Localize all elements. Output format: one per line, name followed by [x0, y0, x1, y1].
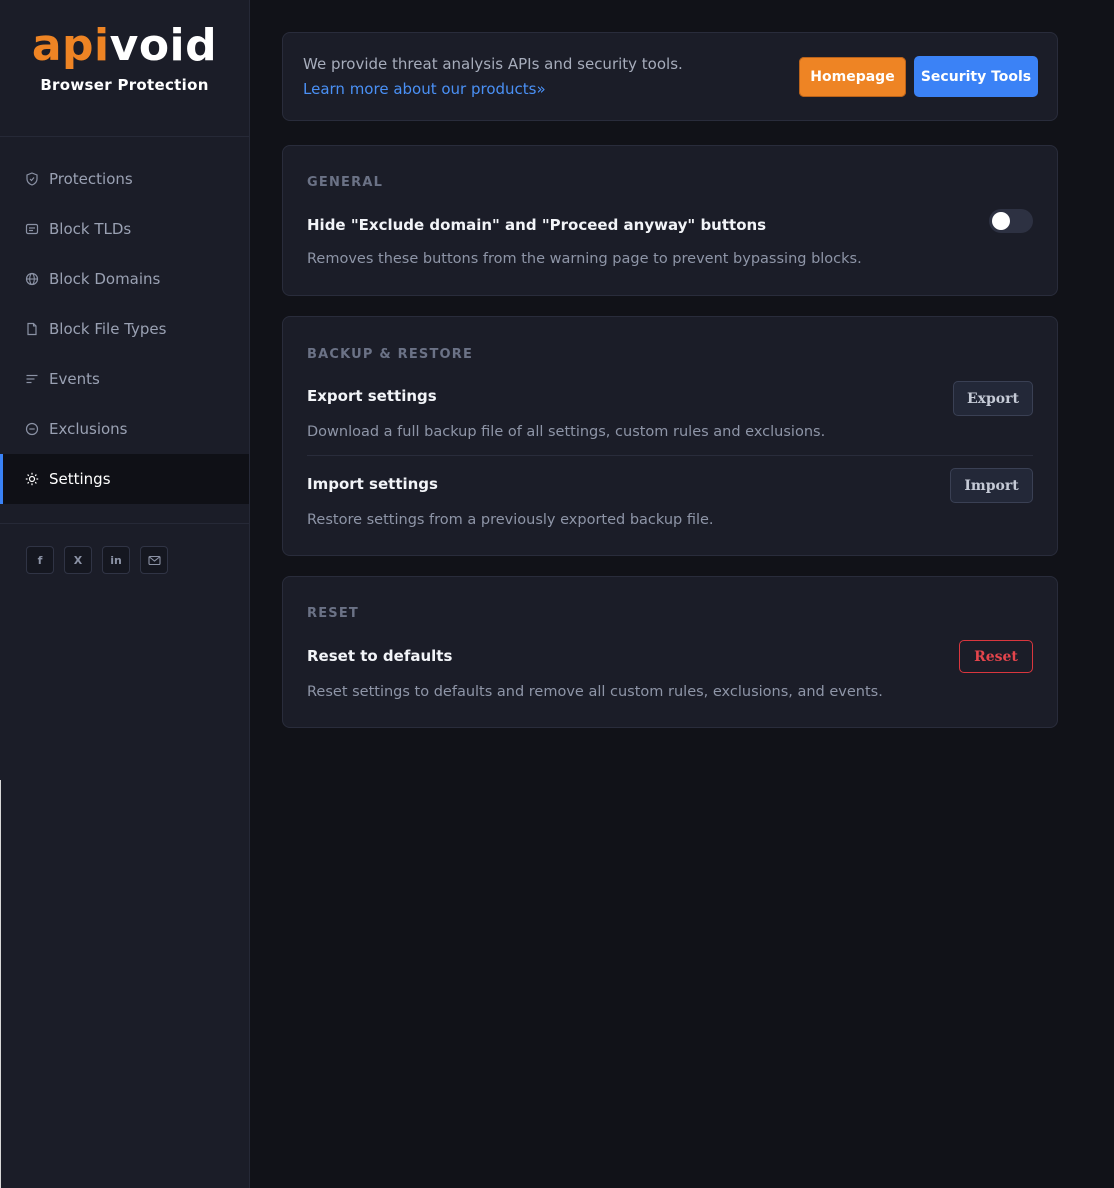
- gear-icon: [25, 472, 39, 486]
- export-settings-desc: Download a full backup file of all setti…: [307, 424, 826, 440]
- linkedin-glyph: in: [110, 553, 122, 567]
- reset-button[interactable]: Reset: [959, 640, 1033, 673]
- learn-more-link[interactable]: Learn more about our products»: [303, 80, 546, 98]
- sidebar-item-exclusions[interactable]: Exclusions: [0, 404, 249, 454]
- reset-defaults-desc: Reset settings to defaults and remove al…: [307, 684, 883, 700]
- section-title: BACKUP & RESTORE: [307, 347, 474, 362]
- brand-header: apivoid Browser Protection: [0, 0, 249, 137]
- apivoid-logo[interactable]: apivoid: [0, 20, 249, 72]
- file-icon: [25, 322, 39, 336]
- brand-subtitle: Browser Protection: [40, 76, 209, 94]
- toggle-knob: [992, 212, 1010, 230]
- hide-buttons-toggle[interactable]: [989, 209, 1033, 233]
- backup-restore-section: BACKUP & RESTORE Export settings Downloa…: [282, 316, 1058, 556]
- sidebar: apivoid Browser Protection Protections B…: [0, 0, 250, 1188]
- main-content: We provide threat analysis APIs and secu…: [282, 32, 1058, 728]
- section-title: GENERAL: [307, 175, 384, 190]
- import-settings-desc: Restore settings from a previously expor…: [307, 512, 714, 528]
- sidebar-nav: Protections Block TLDs Block Domains Blo…: [0, 137, 249, 504]
- linkedin-icon[interactable]: in: [102, 546, 130, 574]
- sidebar-item-protections[interactable]: Protections: [0, 154, 249, 204]
- globe-icon: [25, 272, 39, 286]
- section-title: RESET: [307, 606, 360, 621]
- import-settings-title: Import settings: [307, 475, 438, 493]
- sidebar-item-label: Events: [49, 370, 100, 388]
- reset-defaults-title: Reset to defaults: [307, 647, 453, 665]
- social-links: f X in: [0, 524, 249, 574]
- security-tools-button[interactable]: Security Tools: [914, 56, 1038, 97]
- sidebar-item-label: Protections: [49, 170, 133, 188]
- homepage-button[interactable]: Homepage: [799, 57, 906, 97]
- sidebar-item-events[interactable]: Events: [0, 354, 249, 404]
- sidebar-item-settings[interactable]: Settings: [0, 454, 249, 504]
- row-divider: [307, 455, 1033, 456]
- window-edge: [0, 780, 1, 1188]
- export-button[interactable]: Export: [953, 381, 1033, 416]
- shield-icon: [25, 172, 39, 186]
- x-glyph: X: [73, 553, 83, 567]
- hide-buttons-setting-desc: Removes these buttons from the warning p…: [307, 251, 862, 267]
- list-icon: [25, 372, 39, 386]
- sidebar-item-block-domains[interactable]: Block Domains: [0, 254, 249, 304]
- minus-circle-icon: [25, 422, 39, 436]
- import-button[interactable]: Import: [950, 468, 1033, 503]
- sidebar-item-label: Exclusions: [49, 420, 128, 438]
- export-settings-title: Export settings: [307, 387, 437, 405]
- logo-api-text: api: [31, 20, 110, 71]
- general-section: GENERAL Hide "Exclude domain" and "Proce…: [282, 145, 1058, 296]
- sidebar-item-block-tlds[interactable]: Block TLDs: [0, 204, 249, 254]
- x-icon[interactable]: X: [64, 546, 92, 574]
- logo-void-text: void: [109, 20, 218, 71]
- mail-icon[interactable]: [140, 546, 168, 574]
- info-banner: We provide threat analysis APIs and secu…: [282, 32, 1058, 121]
- facebook-icon[interactable]: f: [26, 546, 54, 574]
- reset-section: RESET Reset to defaults Reset settings t…: [282, 576, 1058, 728]
- sidebar-item-label: Settings: [49, 470, 111, 488]
- facebook-glyph: f: [37, 553, 43, 567]
- tag-icon: [25, 222, 39, 236]
- hide-buttons-setting-title: Hide "Exclude domain" and "Proceed anywa…: [307, 216, 767, 234]
- sidebar-item-label: Block File Types: [49, 320, 167, 338]
- sidebar-item-label: Block TLDs: [49, 220, 132, 238]
- sidebar-item-block-file-types[interactable]: Block File Types: [0, 304, 249, 354]
- sidebar-item-label: Block Domains: [49, 270, 161, 288]
